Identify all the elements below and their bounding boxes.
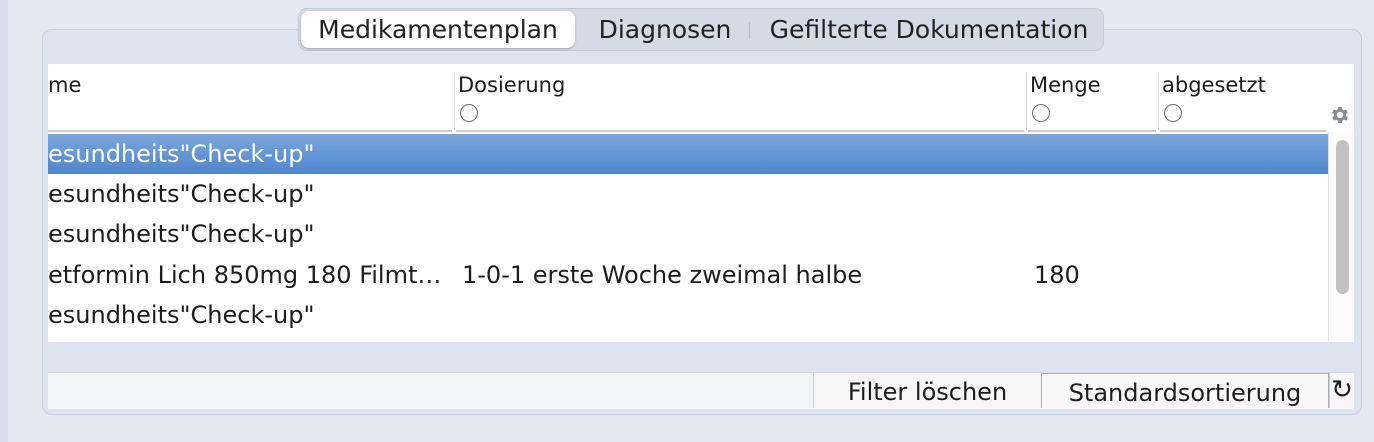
column-header-label: Dosierung <box>458 73 566 97</box>
column-header-label: abgesetzt <box>1162 73 1266 97</box>
cell-name: esundheits"Check-up" <box>48 301 315 329</box>
refresh-icon[interactable]: ↻ <box>1329 373 1354 408</box>
table-footer-bar: Filter löschen Standardsortierung ↻ <box>48 372 1354 409</box>
table-row[interactable]: esundheits"Check-up" <box>48 134 1328 174</box>
column-divider[interactable] <box>454 72 455 130</box>
column-header-menge[interactable]: Menge <box>1028 64 1156 132</box>
table-row[interactable]: esundheits"Check-up" <box>48 295 1328 335</box>
column-divider[interactable] <box>1158 72 1159 130</box>
tab-medikamentenplan[interactable]: Medikamentenplan <box>301 11 575 48</box>
tab-gefilterte-dokumentation[interactable]: Gefilterte Dokumentation <box>757 9 1101 50</box>
cell-name: esundheits"Check-up" <box>48 220 315 248</box>
column-header-name[interactable]: me <box>48 64 452 132</box>
table-row[interactable]: esundheits"Check-up" <box>48 174 1328 214</box>
column-header-abgesetzt[interactable]: abgesetzt <box>1160 64 1326 132</box>
gear-icon[interactable] <box>1328 103 1352 127</box>
sort-radio[interactable] <box>1164 104 1182 122</box>
vertical-scrollbar-thumb[interactable] <box>1336 140 1349 294</box>
column-header-dosierung[interactable]: Dosierung <box>456 64 1024 132</box>
tab-bar: Medikamentenplan Diagnosen Gefilterte Do… <box>298 8 1104 51</box>
filter-clear-button[interactable]: Filter löschen <box>813 373 1041 408</box>
column-divider[interactable] <box>1026 72 1027 130</box>
cell-name: esundheits"Check-up" <box>48 140 315 168</box>
sort-radio[interactable] <box>1032 104 1050 122</box>
medication-table: me Dosierung Menge abgesetzt esundheits"… <box>48 64 1354 342</box>
table-row[interactable]: etformin Lich 850mg 180 Filmt… 1-0-1 ers… <box>48 255 1328 295</box>
default-sort-button[interactable]: Standardsortierung <box>1041 373 1329 408</box>
table-row[interactable]: esundheits"Check-up" <box>48 214 1328 254</box>
cell-menge: 180 <box>1034 261 1080 289</box>
cell-name: etformin Lich 850mg 180 Filmt… <box>48 261 442 289</box>
tab-separator <box>749 22 750 39</box>
sort-radio[interactable] <box>460 104 478 122</box>
cell-dosierung: 1-0-1 erste Woche zweimal halbe <box>462 261 863 289</box>
column-header-label: Menge <box>1030 73 1101 97</box>
cell-name: esundheits"Check-up" <box>48 180 315 208</box>
tab-diagnosen[interactable]: Diagnosen <box>583 9 747 50</box>
left-edge-strip <box>0 0 8 442</box>
column-header-label: me <box>48 73 82 97</box>
